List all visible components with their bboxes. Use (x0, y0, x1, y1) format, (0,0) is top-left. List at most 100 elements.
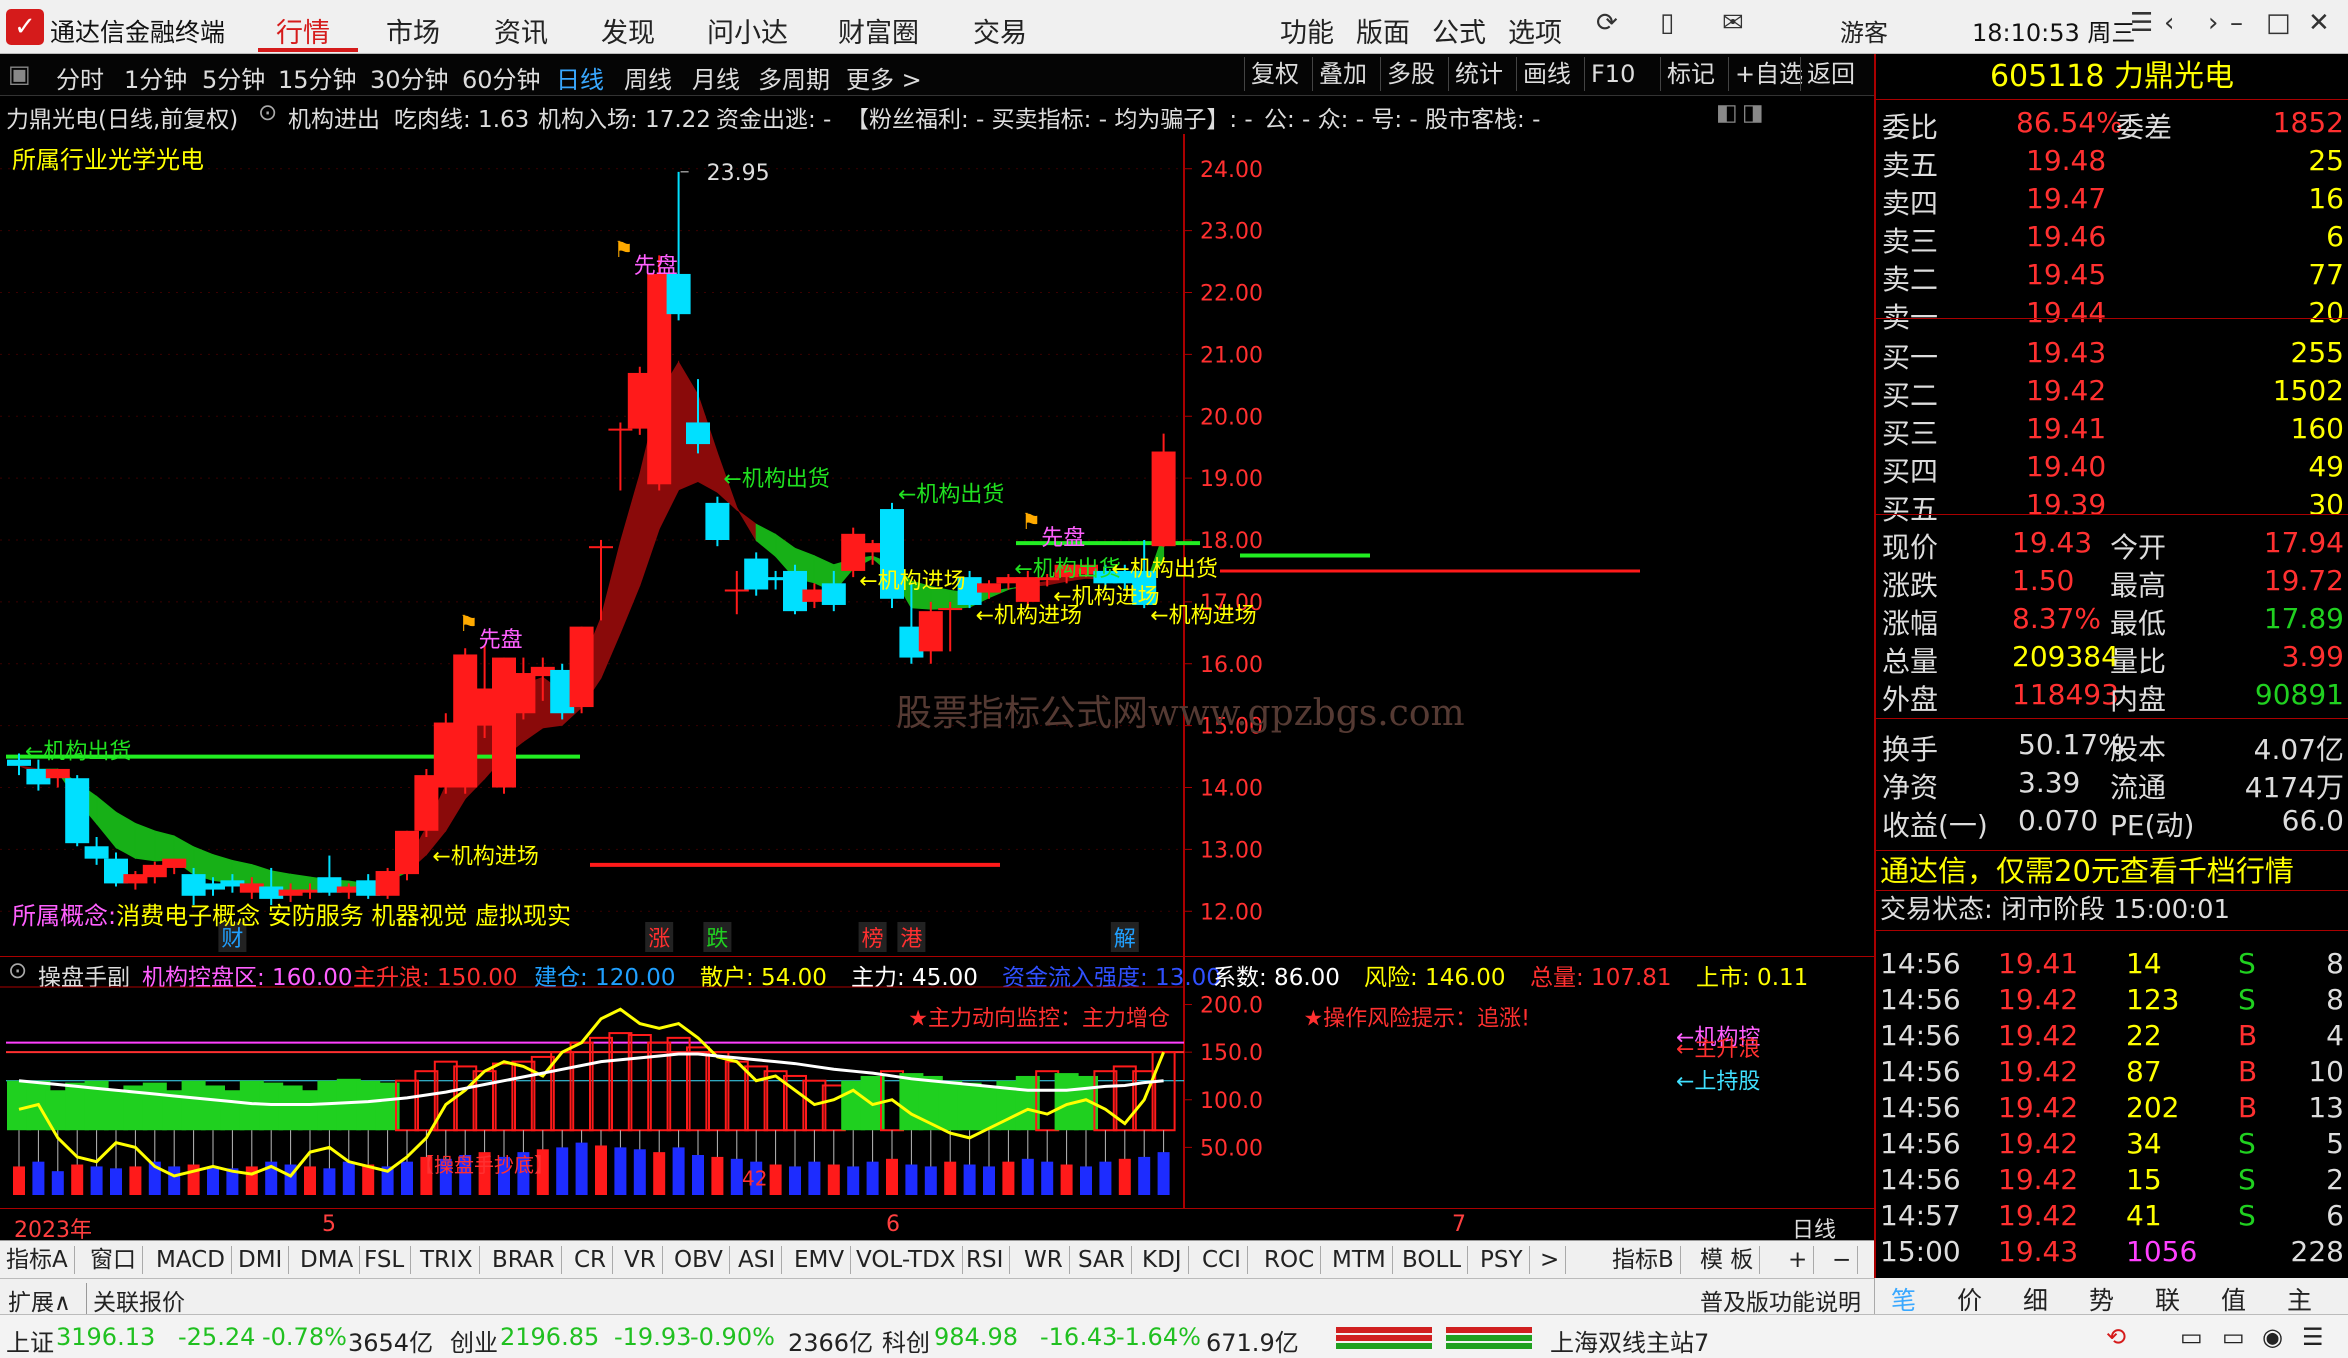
window-icon[interactable]: ▭ (2180, 1323, 2203, 1351)
tab-cr[interactable]: CR (568, 1246, 614, 1274)
period-1min[interactable]: 1分钟 (124, 60, 187, 95)
dropdown-icon[interactable]: ⊙ (258, 100, 277, 126)
menu-xuanxiang[interactable]: 选项 (1508, 11, 1562, 50)
intensity-bar (304, 1166, 316, 1195)
btn-f10[interactable]: F10 (1584, 57, 1635, 91)
menu-jiaoyi[interactable]: 交易 (973, 11, 1027, 50)
quote-tab[interactable]: 细 (2023, 1281, 2048, 1317)
btn-zixuan[interactable]: +自选 (1728, 57, 1803, 91)
period-30min[interactable]: 30分钟 (370, 60, 449, 95)
chat-icon[interactable]: ▭ (2222, 1323, 2245, 1351)
list-icon[interactable]: ☰ (2302, 1323, 2324, 1351)
btn-biaoji[interactable]: 标记 (1660, 57, 1715, 91)
period-60min[interactable]: 60分钟 (462, 60, 541, 95)
quote-tab[interactable]: 笔 (1891, 1281, 1916, 1317)
cy-index-name[interactable]: 创业 (450, 1323, 498, 1358)
tab-dma[interactable]: DMA (294, 1246, 361, 1274)
tab-window[interactable]: 窗口 (84, 1246, 143, 1274)
tab-sar[interactable]: SAR (1072, 1246, 1132, 1274)
quote-tab[interactable]: 值 (2221, 1281, 2246, 1317)
btn-tongji[interactable]: 统计 (1448, 57, 1503, 91)
tab-template[interactable]: 模 板 (1694, 1246, 1761, 1274)
indicator-name[interactable]: 机构进出 (288, 100, 380, 134)
minimize-icon[interactable]: – (2230, 8, 2243, 38)
period-multi[interactable]: 多周期 (758, 60, 830, 95)
server-name[interactable]: 上海双线主站7 (1550, 1323, 1709, 1358)
quote-value: 17.94 (2263, 526, 2344, 559)
tab-dmi[interactable]: DMI (232, 1246, 290, 1274)
tab-remove[interactable]: − (1826, 1246, 1859, 1274)
user-icon[interactable]: ◉ (2262, 1323, 2283, 1351)
help-link[interactable]: 普及版功能说明 (1700, 1283, 1861, 1317)
related-quote-button[interactable]: 关联报价 (86, 1283, 185, 1317)
quote-tab[interactable]: 价 (1957, 1281, 1982, 1317)
period-daily[interactable]: 日线 (556, 60, 604, 95)
tab-rsi[interactable]: RSI (960, 1246, 1011, 1274)
period-weekly[interactable]: 周线 (624, 60, 672, 95)
menu-caifuquan[interactable]: 财富圈 (838, 11, 919, 50)
mail-icon[interactable]: ✉ (1722, 8, 1744, 38)
panel-toggle-icon[interactable]: ◧ (1716, 100, 1738, 126)
period-more[interactable]: 更多 > (846, 60, 922, 95)
tab-zhibiao-a[interactable]: 指标A (0, 1246, 75, 1274)
forward-icon[interactable]: › (2208, 8, 2218, 38)
tick-price: 19.42 (1998, 1127, 2079, 1160)
btn-duogu[interactable]: 多股 (1380, 57, 1435, 91)
expand-button[interactable]: 扩展∧ (8, 1283, 71, 1317)
sh-index-name[interactable]: 上证 (6, 1323, 54, 1358)
period-5min[interactable]: 5分钟 (202, 60, 265, 95)
period-monthly[interactable]: 月线 (692, 60, 740, 95)
connection-icon[interactable]: ⟲ (2106, 1323, 2126, 1351)
tab-more[interactable]: > (1534, 1246, 1567, 1274)
tab-asi[interactable]: ASI (732, 1246, 783, 1274)
btn-huaxian[interactable]: 画线 (1516, 57, 1571, 91)
menu-faxian[interactable]: 发现 (601, 11, 655, 50)
kline-chart[interactable]: 24.00 23.00 22.00 21.00 20.00 19.00 18.00 17.00… (0, 134, 1874, 956)
tab-macd[interactable]: MACD (150, 1246, 232, 1274)
tab-vr[interactable]: VR (618, 1246, 663, 1274)
tick-volume: 1056 (2126, 1235, 2198, 1268)
close-icon[interactable]: ✕ (2308, 8, 2330, 38)
btn-fuquan[interactable]: 复权 (1244, 57, 1299, 91)
btn-diejia[interactable]: 叠加 (1312, 57, 1367, 91)
tab-roc[interactable]: ROC (1258, 1246, 1322, 1274)
tab-cci[interactable]: CCI (1196, 1246, 1248, 1274)
quote-tab[interactable]: 联 (2155, 1281, 2180, 1317)
user-label[interactable]: 游客 (1840, 13, 1888, 48)
layout-icon[interactable]: ▣ (8, 60, 31, 88)
menu-banmian[interactable]: 版面 (1356, 11, 1410, 50)
btn-fanhui[interactable]: 返回 (1800, 57, 1855, 91)
sub-chart[interactable]: ⊙ 操盘手副 机构控盘区: 160.00 主升浪: 150.00 建仓: 120.0… (0, 956, 1874, 1209)
tab-zhibiao-b[interactable]: 指标B (1606, 1246, 1681, 1274)
tab-wr[interactable]: WR (1018, 1246, 1070, 1274)
quote-tab[interactable]: 势 (2089, 1281, 2114, 1317)
menu-hangqing[interactable]: 行情 (276, 11, 330, 50)
maximize-icon[interactable]: □ (2266, 8, 2291, 38)
period-15min[interactable]: 15分钟 (278, 60, 357, 95)
menu-gongshi[interactable]: 公式 (1432, 11, 1486, 50)
menu-gongneng[interactable]: 功能 (1280, 11, 1334, 50)
tab-boll[interactable]: BOLL (1396, 1246, 1469, 1274)
kc-index-name[interactable]: 科创 (882, 1323, 930, 1358)
tab-add[interactable]: + (1782, 1246, 1815, 1274)
tab-vol-tdx[interactable]: VOL-TDX (850, 1246, 963, 1274)
phone-icon[interactable]: ▯ (1660, 8, 1674, 38)
menu-shichang[interactable]: 市场 (386, 11, 440, 50)
tab-trix[interactable]: TRIX (414, 1246, 480, 1274)
quote-tab[interactable]: 主 (2287, 1281, 2312, 1317)
menu-zixun[interactable]: 资讯 (494, 11, 548, 50)
tab-fsl[interactable]: FSL (358, 1246, 412, 1274)
promo-banner[interactable]: 通达信，仅需20元查看千档行情 (1876, 850, 2348, 890)
tab-mtm[interactable]: MTM (1326, 1246, 1393, 1274)
tab-psy[interactable]: PSY (1474, 1246, 1530, 1274)
tab-obv[interactable]: OBV (668, 1246, 730, 1274)
tab-emv[interactable]: EMV (788, 1246, 852, 1274)
panel-expand-icon[interactable]: ◨ (1742, 100, 1764, 126)
menu-icon[interactable]: ☰ (2130, 8, 2153, 38)
tab-kdj[interactable]: KDJ (1136, 1246, 1189, 1274)
menu-wenxiaoda[interactable]: 问小达 (707, 11, 788, 50)
back-icon[interactable]: ‹ (2164, 8, 2174, 38)
refresh-icon[interactable]: ⟳ (1596, 8, 1618, 38)
tab-brar[interactable]: BRAR (486, 1246, 562, 1274)
period-fenshi[interactable]: 分时 (56, 60, 104, 95)
